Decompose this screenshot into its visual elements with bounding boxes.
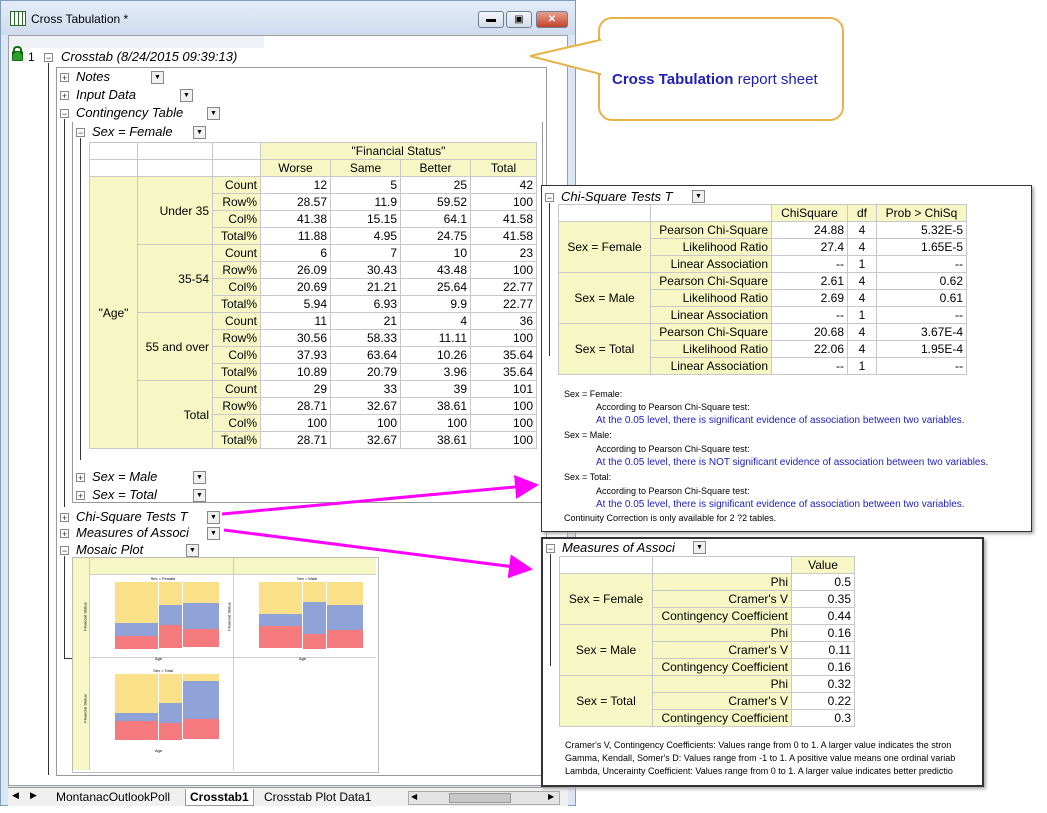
arrow-to-chi [221,474,539,516]
arrow-to-measures [223,528,533,579]
arrow-layer [221,474,539,579]
